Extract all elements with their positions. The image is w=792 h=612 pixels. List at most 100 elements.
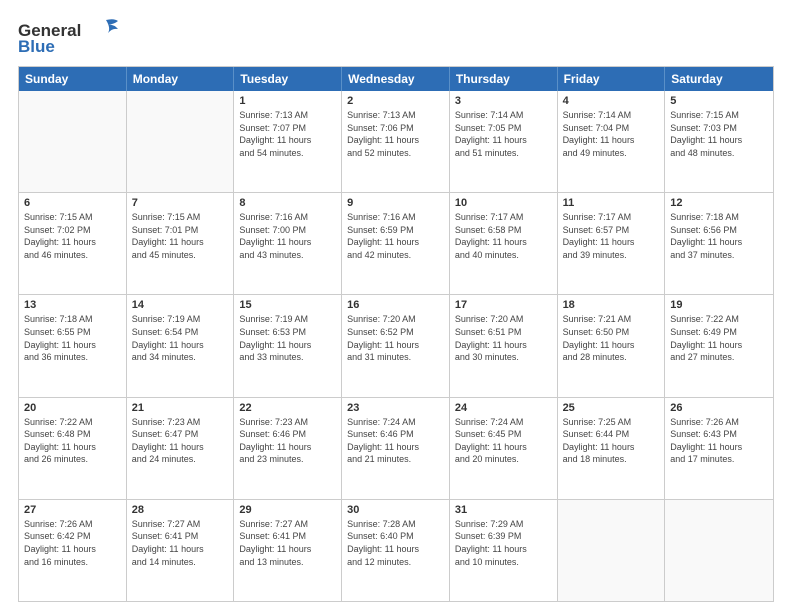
day-number: 4 [563,95,660,107]
calendar-cell: 25 Sunrise: 7:25 AM Sunset: 6:44 PM Dayli… [558,398,666,499]
calendar-cell: 5 Sunrise: 7:15 AM Sunset: 7:03 PM Daylig… [665,91,773,192]
calendar-cell: 2Sunrise: 7:13 AM Sunset: 7:06 PM Daylig… [342,91,450,192]
day-info: Sunrise: 7:24 AM Sunset: 6:45 PM Dayligh… [455,416,552,466]
calendar-week: 20 Sunrise: 7:22 AM Sunset: 6:48 PM Dayli… [19,398,773,500]
calendar-cell: 20 Sunrise: 7:22 AM Sunset: 6:48 PM Dayli… [19,398,127,499]
day-info: Sunrise: 7:17 AM Sunset: 6:58 PM Dayligh… [455,211,552,261]
calendar-cell: 24 Sunrise: 7:24 AM Sunset: 6:45 PM Dayli… [450,398,558,499]
calendar-header-cell: Thursday [450,67,558,91]
day-number: 31 [455,504,552,516]
calendar-header-cell: Tuesday [234,67,342,91]
calendar-cell [558,500,666,601]
calendar-cell: 28 Sunrise: 7:27 AM Sunset: 6:41 PM Dayli… [127,500,235,601]
logo-svg: General Blue [18,18,118,56]
header: General Blue [18,18,774,56]
day-number: 19 [670,299,768,311]
day-number: 18 [563,299,660,311]
day-number: 26 [670,402,768,414]
day-number: 8 [239,197,336,209]
day-number: 11 [563,197,660,209]
day-info: Sunrise: 7:27 AM Sunset: 6:41 PM Dayligh… [239,518,336,568]
day-number: 5 [670,95,768,107]
svg-text:Blue: Blue [18,37,55,56]
day-number: 12 [670,197,768,209]
day-info: Sunrise: 7:27 AM Sunset: 6:41 PM Dayligh… [132,518,229,568]
day-number: 22 [239,402,336,414]
calendar-cell: 17 Sunrise: 7:20 AM Sunset: 6:51 PM Dayli… [450,295,558,396]
day-info: Sunrise: 7:23 AM Sunset: 6:47 PM Dayligh… [132,416,229,466]
day-info: Sunrise: 7:14 AM Sunset: 7:04 PM Dayligh… [563,109,660,159]
day-number: 9 [347,197,444,209]
day-info: Sunrise: 7:22 AM Sunset: 6:48 PM Dayligh… [24,416,121,466]
day-info: Sunrise: 7:22 AM Sunset: 6:49 PM Dayligh… [670,313,768,363]
logo: General Blue [18,18,118,56]
day-info: Sunrise: 7:28 AM Sunset: 6:40 PM Dayligh… [347,518,444,568]
day-number: 30 [347,504,444,516]
calendar-cell: 6Sunrise: 7:15 AM Sunset: 7:02 PM Daylig… [19,193,127,294]
day-info: Sunrise: 7:13 AM Sunset: 7:07 PM Dayligh… [239,109,336,159]
day-number: 28 [132,504,229,516]
day-number: 7 [132,197,229,209]
day-info: Sunrise: 7:19 AM Sunset: 6:54 PM Dayligh… [132,313,229,363]
calendar-cell: 29 Sunrise: 7:27 AM Sunset: 6:41 PM Dayli… [234,500,342,601]
day-info: Sunrise: 7:15 AM Sunset: 7:03 PM Dayligh… [670,109,768,159]
calendar-cell [19,91,127,192]
calendar-header-cell: Sunday [19,67,127,91]
calendar-cell [665,500,773,601]
calendar-cell: 26Sunrise: 7:26 AM Sunset: 6:43 PM Dayli… [665,398,773,499]
calendar-cell: 16Sunrise: 7:20 AM Sunset: 6:52 PM Dayli… [342,295,450,396]
day-info: Sunrise: 7:23 AM Sunset: 6:46 PM Dayligh… [239,416,336,466]
day-number: 10 [455,197,552,209]
calendar-body: 1Sunrise: 7:13 AM Sunset: 7:07 PM Daylig… [19,91,773,601]
day-info: Sunrise: 7:26 AM Sunset: 6:42 PM Dayligh… [24,518,121,568]
day-number: 2 [347,95,444,107]
day-number: 15 [239,299,336,311]
calendar-week: 1Sunrise: 7:13 AM Sunset: 7:07 PM Daylig… [19,91,773,193]
calendar-cell: 8 Sunrise: 7:16 AM Sunset: 7:00 PM Daylig… [234,193,342,294]
day-info: Sunrise: 7:15 AM Sunset: 7:02 PM Dayligh… [24,211,121,261]
calendar-cell: 7 Sunrise: 7:15 AM Sunset: 7:01 PM Daylig… [127,193,235,294]
calendar-cell: 12 Sunrise: 7:18 AM Sunset: 6:56 PM Dayli… [665,193,773,294]
calendar-header: SundayMondayTuesdayWednesdayThursdayFrid… [19,67,773,91]
day-info: Sunrise: 7:20 AM Sunset: 6:51 PM Dayligh… [455,313,552,363]
day-info: Sunrise: 7:18 AM Sunset: 6:55 PM Dayligh… [24,313,121,363]
day-number: 24 [455,402,552,414]
day-info: Sunrise: 7:17 AM Sunset: 6:57 PM Dayligh… [563,211,660,261]
calendar-cell: 10 Sunrise: 7:17 AM Sunset: 6:58 PM Dayli… [450,193,558,294]
day-info: Sunrise: 7:18 AM Sunset: 6:56 PM Dayligh… [670,211,768,261]
calendar-cell: 31 Sunrise: 7:29 AM Sunset: 6:39 PM Dayli… [450,500,558,601]
day-number: 3 [455,95,552,107]
day-number: 25 [563,402,660,414]
day-info: Sunrise: 7:16 AM Sunset: 7:00 PM Dayligh… [239,211,336,261]
day-number: 16 [347,299,444,311]
calendar-cell: 1Sunrise: 7:13 AM Sunset: 7:07 PM Daylig… [234,91,342,192]
calendar-header-cell: Friday [558,67,666,91]
page: General Blue SundayMondayTuesdayWednesda… [0,0,792,612]
calendar-header-cell: Saturday [665,67,773,91]
calendar-week: 27 Sunrise: 7:26 AM Sunset: 6:42 PM Dayli… [19,500,773,601]
day-number: 13 [24,299,121,311]
calendar-cell: 18 Sunrise: 7:21 AM Sunset: 6:50 PM Dayli… [558,295,666,396]
calendar-cell: 30 Sunrise: 7:28 AM Sunset: 6:40 PM Dayli… [342,500,450,601]
calendar-cell: 13 Sunrise: 7:18 AM Sunset: 6:55 PM Dayli… [19,295,127,396]
calendar-cell: 14 Sunrise: 7:19 AM Sunset: 6:54 PM Dayli… [127,295,235,396]
day-info: Sunrise: 7:14 AM Sunset: 7:05 PM Dayligh… [455,109,552,159]
day-number: 20 [24,402,121,414]
day-info: Sunrise: 7:15 AM Sunset: 7:01 PM Dayligh… [132,211,229,261]
calendar-header-cell: Monday [127,67,235,91]
day-number: 27 [24,504,121,516]
day-info: Sunrise: 7:21 AM Sunset: 6:50 PM Dayligh… [563,313,660,363]
day-info: Sunrise: 7:19 AM Sunset: 6:53 PM Dayligh… [239,313,336,363]
calendar-cell [127,91,235,192]
day-info: Sunrise: 7:29 AM Sunset: 6:39 PM Dayligh… [455,518,552,568]
day-number: 29 [239,504,336,516]
day-info: Sunrise: 7:25 AM Sunset: 6:44 PM Dayligh… [563,416,660,466]
calendar-cell: 19 Sunrise: 7:22 AM Sunset: 6:49 PM Dayli… [665,295,773,396]
calendar-cell: 9Sunrise: 7:16 AM Sunset: 6:59 PM Daylig… [342,193,450,294]
calendar-cell: 21Sunrise: 7:23 AM Sunset: 6:47 PM Dayli… [127,398,235,499]
calendar-cell: 23Sunrise: 7:24 AM Sunset: 6:46 PM Dayli… [342,398,450,499]
day-number: 17 [455,299,552,311]
calendar-week: 6Sunrise: 7:15 AM Sunset: 7:02 PM Daylig… [19,193,773,295]
calendar-cell: 4 Sunrise: 7:14 AM Sunset: 7:04 PM Daylig… [558,91,666,192]
day-number: 14 [132,299,229,311]
